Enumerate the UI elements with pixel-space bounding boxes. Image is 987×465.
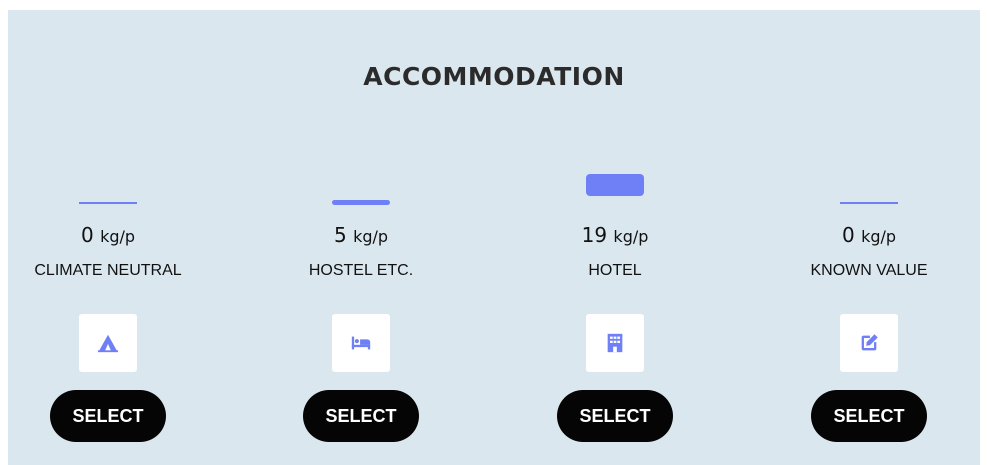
- edit-icon: [861, 334, 878, 351]
- option-climate-neutral: 0 kg/p CLIMATE NEUTRAL SELECT: [13, 170, 203, 460]
- emission-number: 5: [333, 223, 347, 247]
- accommodation-panel: ACCOMMODATION 0 kg/p CLIMATE NEUTRAL SEL…: [8, 10, 980, 465]
- emission-unit: kg/p: [861, 227, 897, 246]
- campground-icon: [97, 334, 119, 353]
- select-button[interactable]: SELECT: [303, 390, 419, 442]
- option-icon-box[interactable]: [840, 314, 898, 372]
- option-label: HOTEL: [588, 262, 642, 279]
- bed-icon: [351, 336, 371, 350]
- option-icon-box[interactable]: [586, 314, 644, 372]
- option-icon-box[interactable]: [79, 314, 137, 372]
- emission-number: 19: [581, 223, 608, 247]
- emission-bar: [840, 202, 898, 204]
- option-known-value: 0 kg/p KNOWN VALUE SELECT: [774, 170, 964, 460]
- emission-value: 0 kg/p: [774, 223, 964, 247]
- select-button[interactable]: SELECT: [557, 390, 673, 442]
- option-icon-box[interactable]: [332, 314, 390, 372]
- option-label: CLIMATE NEUTRAL: [34, 262, 182, 279]
- emission-unit: kg/p: [613, 227, 649, 246]
- option-hotel: 19 kg/p HOTEL SELECT: [520, 170, 710, 460]
- emission-number: 0: [80, 223, 94, 247]
- section-title: ACCOMMODATION: [363, 62, 625, 91]
- option-label: HOSTEL ETC.: [308, 262, 414, 279]
- select-button[interactable]: SELECT: [50, 390, 166, 442]
- emission-unit: kg/p: [353, 227, 389, 246]
- hotel-building-icon: [607, 333, 623, 353]
- select-button[interactable]: SELECT: [811, 390, 927, 442]
- emission-bar: [79, 202, 137, 204]
- emission-bar: [586, 174, 644, 196]
- emission-value: 5 kg/p: [266, 223, 456, 247]
- emission-bar: [332, 200, 390, 205]
- emission-number: 0: [841, 223, 855, 247]
- emission-value: 0 kg/p: [13, 223, 203, 247]
- option-hostel: 5 kg/p HOSTEL ETC. SELECT: [266, 170, 456, 460]
- emission-unit: kg/p: [100, 227, 136, 246]
- emission-value: 19 kg/p: [520, 223, 710, 247]
- option-label: KNOWN VALUE: [810, 262, 928, 279]
